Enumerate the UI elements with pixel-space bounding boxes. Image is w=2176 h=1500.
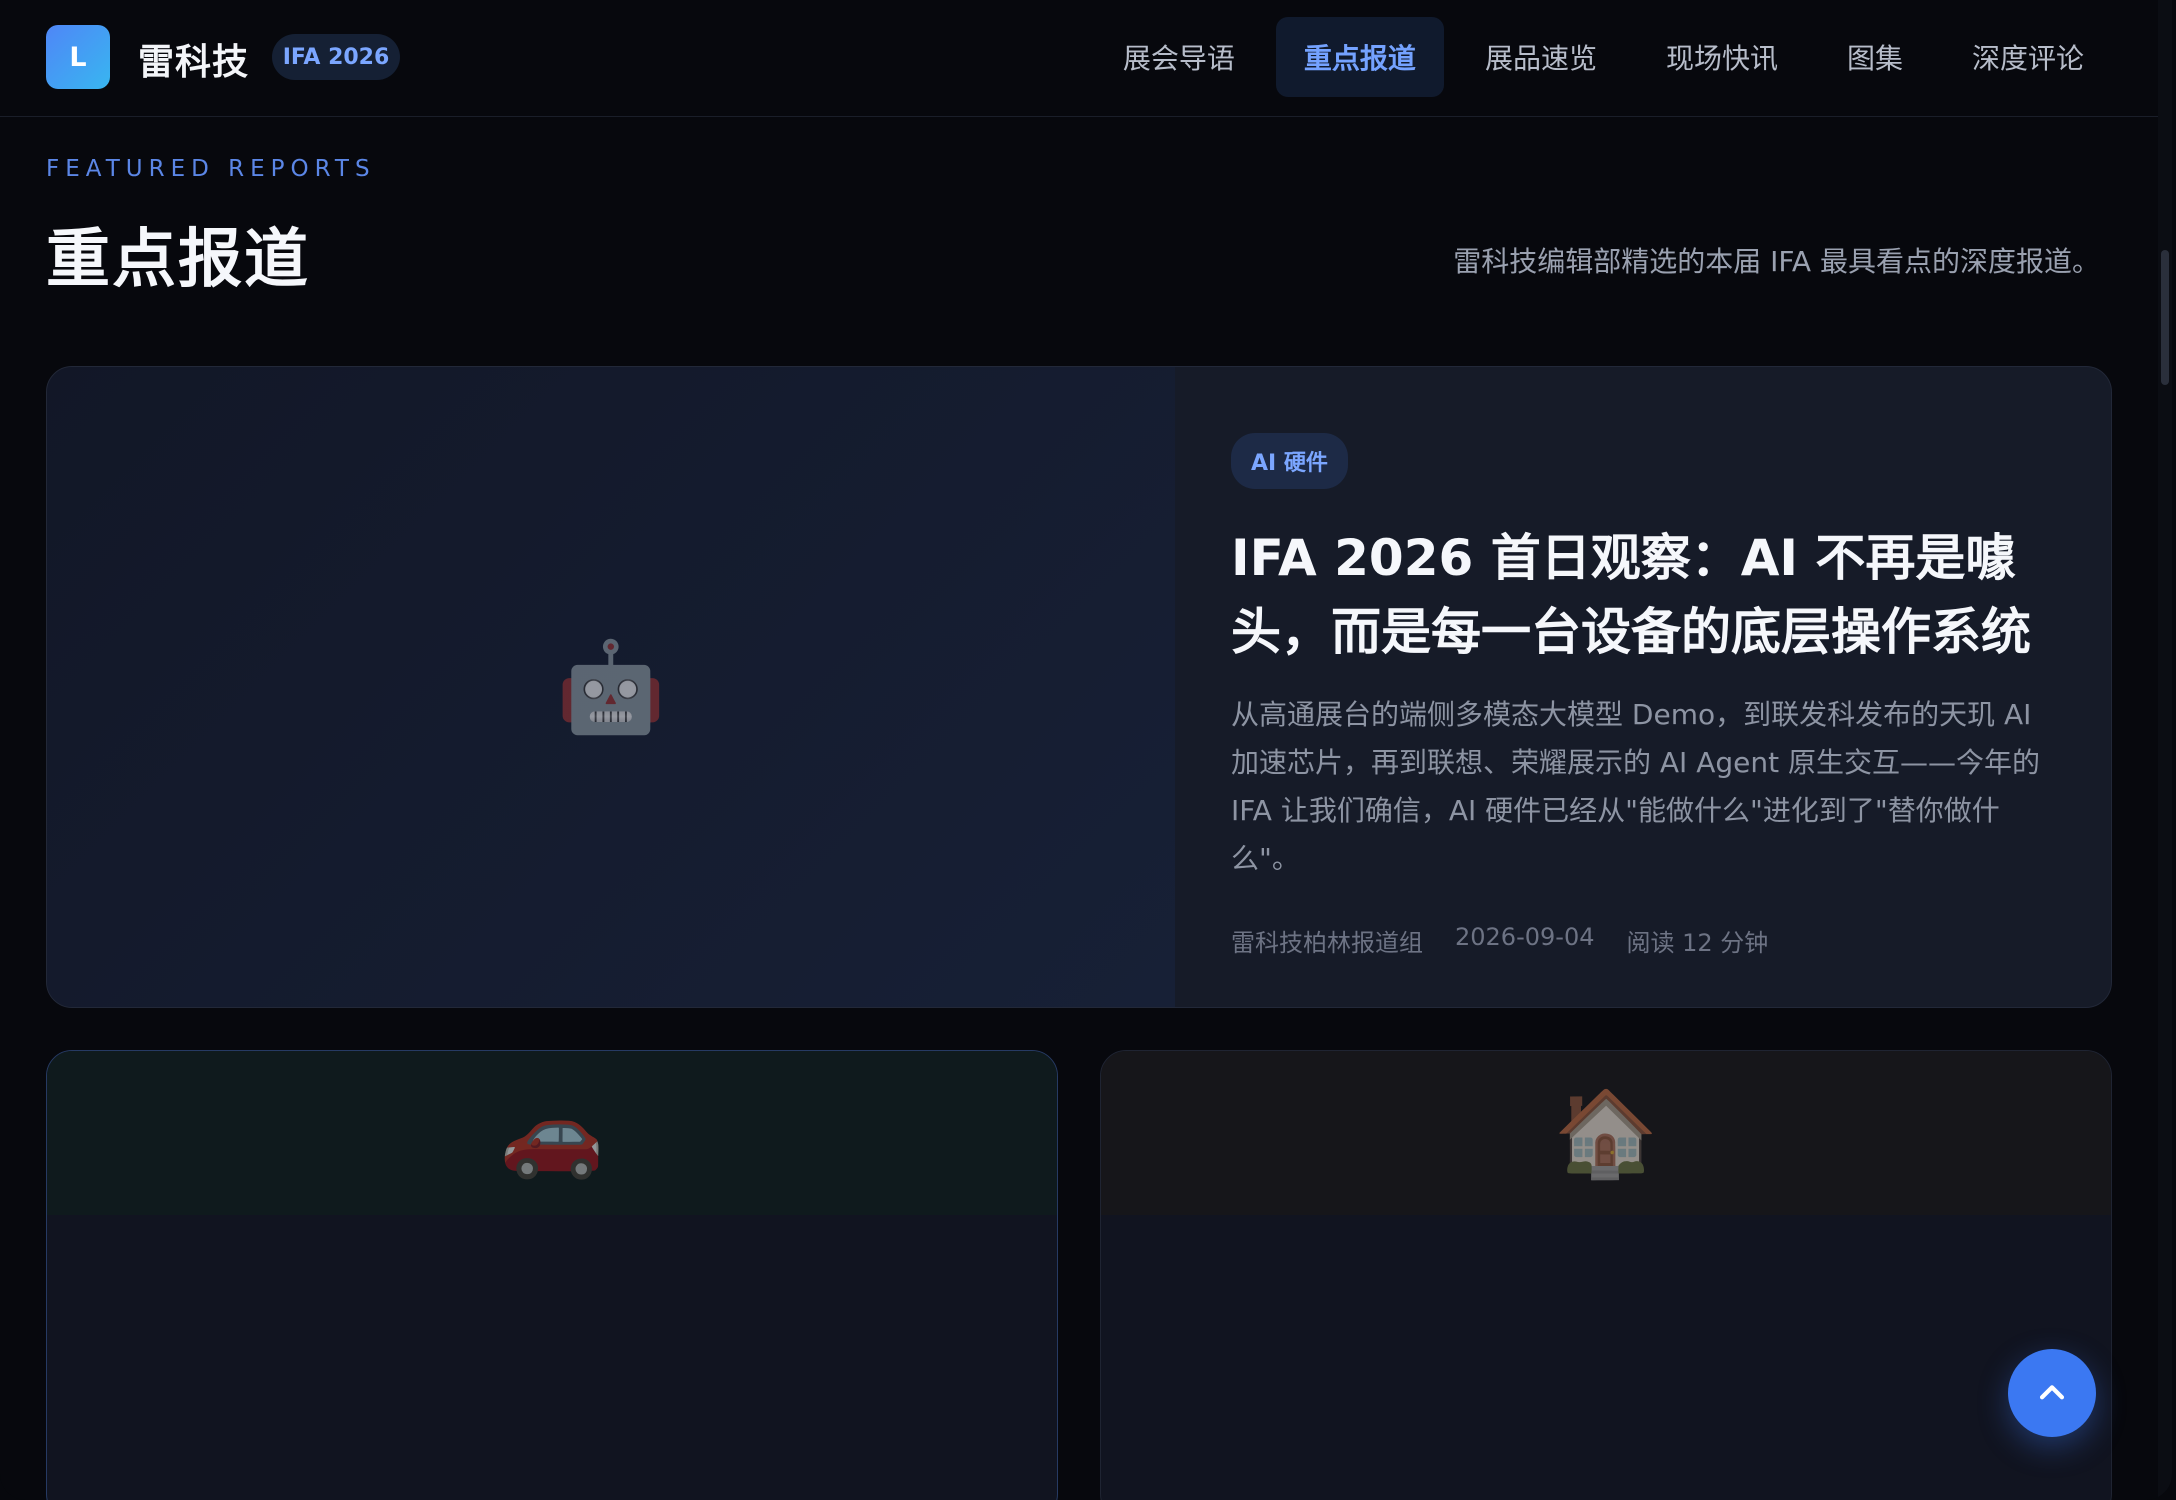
- scrollbar[interactable]: [2158, 0, 2172, 1500]
- nav-item-live-news[interactable]: 现场快讯: [1638, 17, 1806, 97]
- main-nav: 展会导语 重点报道 展品速览 现场快讯 图集 深度评论: [1082, 17, 2112, 97]
- page-title: 重点报道: [46, 223, 310, 297]
- featured-media[interactable]: 🤖: [47, 367, 1175, 1007]
- category-tag[interactable]: AI 硬件: [1231, 433, 1348, 489]
- card-media[interactable]: 🚗: [47, 1051, 1057, 1215]
- chevron-up-icon: [2039, 1385, 2065, 1400]
- back-to-top-button[interactable]: [2008, 1349, 2096, 1437]
- scrollbar-thumb[interactable]: [2161, 250, 2169, 385]
- car-icon: 🚗: [499, 1083, 605, 1182]
- top-navigation-bar: L 雷科技 IFA 2026 展会导语 重点报道 展品速览 现场快讯 图集 深度…: [0, 0, 2172, 117]
- robot-icon: 🤖: [556, 635, 666, 738]
- nav-item-intro[interactable]: 展会导语: [1095, 17, 1263, 97]
- article-card[interactable]: 🏠: [1100, 1050, 2112, 1500]
- section-eyebrow: FEATURED REPORTS: [46, 156, 376, 182]
- card-media[interactable]: 🏠: [1101, 1051, 2111, 1215]
- event-badge: IFA 2026: [272, 34, 400, 80]
- house-icon: 🏠: [1553, 1083, 1659, 1182]
- article-read-time: 阅读 12 分钟: [1626, 929, 1769, 957]
- article-date: 2026-09-04: [1455, 923, 1595, 951]
- page-frame: L 雷科技 IFA 2026 展会导语 重点报道 展品速览 现场快讯 图集 深度…: [0, 0, 2172, 1500]
- article-author: 雷科技柏林报道组: [1231, 929, 1423, 957]
- featured-title[interactable]: IFA 2026 首日观察：AI 不再是噱头，而是每一台设备的底层操作系统: [1231, 521, 2061, 669]
- article-card[interactable]: 🚗: [46, 1050, 1058, 1500]
- section-description: 雷科技编辑部精选的本届 IFA 最具看点的深度报道。: [1453, 245, 2100, 278]
- brand-name[interactable]: 雷科技: [138, 33, 249, 85]
- logo-icon[interactable]: L: [46, 25, 110, 89]
- nav-item-featured[interactable]: 重点报道: [1275, 17, 1444, 97]
- featured-body: AI 硬件 IFA 2026 首日观察：AI 不再是噱头，而是每一台设备的底层操…: [1231, 433, 2061, 958]
- featured-summary: 从高通展台的端侧多模态大模型 Demo，到联发科发布的天玑 AI 加速芯片，再到…: [1231, 698, 2040, 875]
- nav-item-products[interactable]: 展品速览: [1457, 17, 1625, 97]
- featured-article-card[interactable]: 🤖 AI 硬件 IFA 2026 首日观察：AI 不再是噱头，而是每一台设备的底…: [46, 366, 2112, 1008]
- nav-item-commentary[interactable]: 深度评论: [1944, 17, 2112, 97]
- nav-item-gallery[interactable]: 图集: [1819, 17, 1931, 97]
- article-meta: 雷科技柏林报道组 2026-09-04 阅读 12 分钟: [1231, 923, 2061, 958]
